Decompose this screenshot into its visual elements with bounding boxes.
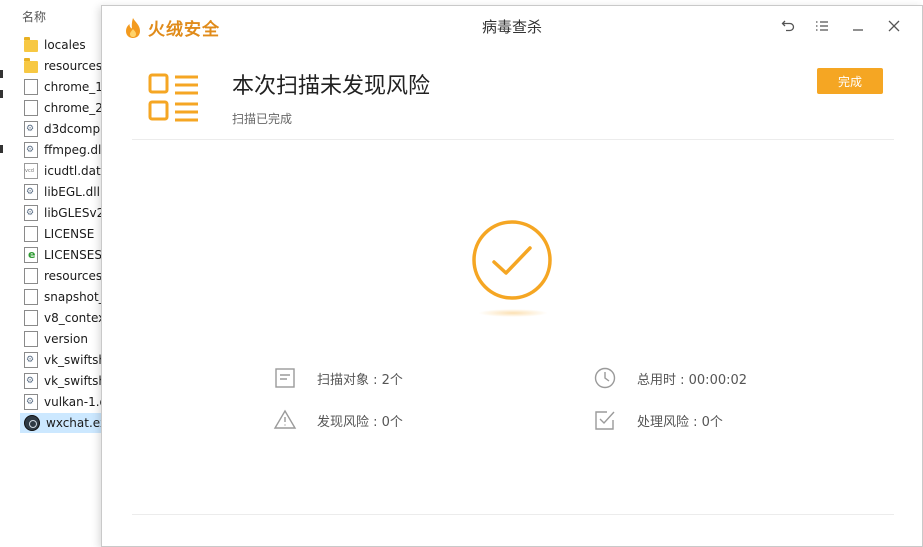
title-bar[interactable]: 火绒安全 病毒查杀 (102, 6, 922, 46)
file-name: resources. (44, 269, 106, 283)
document-icon (24, 289, 38, 305)
file-name: libGLESv2. (44, 206, 109, 220)
checkbox-icon (595, 411, 615, 430)
virus-scan-dialog: 火绒安全 病毒查杀 本次扫描未发现风险 扫描已完成 完成 扫描对象: 2个 总… (101, 5, 923, 547)
dll-gear-icon (24, 184, 38, 200)
document-icon (24, 310, 38, 326)
name-column-header[interactable]: 名称 (22, 8, 46, 25)
file-name: vk_swiftsh (44, 374, 107, 388)
file-item[interactable]: v8_context (20, 308, 110, 328)
stat-risks-handled: 处理风险 : 0个 (593, 408, 723, 432)
minimize-icon (853, 29, 863, 31)
restore-button[interactable] (777, 15, 799, 37)
done-button[interactable]: 完成 (817, 68, 883, 94)
file-item[interactable]: vk_swiftsh (20, 371, 110, 391)
file-name: LICENSE (44, 227, 95, 241)
document-icon (24, 100, 38, 116)
window-edge-mark (0, 70, 3, 78)
scan-result-heading: 本次扫描未发现风险 (232, 74, 431, 99)
clock-icon (594, 367, 616, 389)
dll-gear-icon (24, 205, 38, 221)
menu-icon (816, 21, 828, 31)
stat-risks-found: 发现风险 : 0个 (273, 408, 403, 432)
dll-gear-icon (24, 121, 38, 137)
file-name: resources (44, 59, 103, 73)
risks-handled-label: 处理风险 : 0个 (637, 414, 723, 430)
file-name: libEGL.dll (44, 185, 100, 199)
file-item[interactable]: resources. (20, 266, 110, 286)
file-item[interactable]: wxchat.exe (20, 413, 110, 433)
document-icon (24, 268, 38, 284)
exe-app-icon (24, 415, 40, 431)
scan-summary: 本次扫描未发现风险 扫描已完成 完成 (132, 46, 894, 140)
total-time-label: 总用时 : 00:00:02 (637, 372, 748, 388)
html-ie-icon (24, 247, 38, 263)
file-name: LICENSES. (44, 248, 106, 262)
stat-total-time: 总用时 : 00:00:02 (593, 366, 747, 390)
file-name: d3dcompi (44, 122, 104, 136)
file-name: snapshot_ (44, 290, 105, 304)
dll-gear-icon (24, 352, 38, 368)
file-item[interactable]: icudtl.dat (20, 161, 110, 181)
success-check-icon (472, 220, 552, 300)
file-item[interactable]: libGLESv2. (20, 203, 110, 223)
file-item[interactable]: resources (20, 56, 110, 76)
dll-gear-icon (24, 373, 38, 389)
file-name: vk_swiftsh (44, 353, 107, 367)
file-item[interactable]: libEGL.dll (20, 182, 110, 202)
folder-icon (24, 58, 38, 73)
restore-icon (781, 20, 795, 32)
file-item[interactable]: vulkan-1.d (20, 392, 110, 412)
file-name: vulkan-1.d (44, 395, 108, 409)
close-button[interactable] (883, 15, 905, 37)
stat-scanned-objects: 扫描对象 : 2个 (273, 366, 403, 390)
footer-divider (132, 514, 894, 515)
checklist-icon (148, 73, 198, 122)
minimize-button[interactable] (847, 15, 869, 37)
file-item[interactable]: ffmpeg.dll (20, 140, 110, 160)
file-item[interactable]: chrome_10 (20, 77, 110, 97)
document-icon (24, 79, 38, 95)
dll-gear-icon (24, 142, 38, 158)
risks-found-label: 发现风险 : 0个 (317, 414, 403, 430)
file-name: icudtl.dat (44, 164, 101, 178)
file-name: locales (44, 38, 86, 52)
file-item[interactable]: chrome_20 (20, 98, 110, 118)
file-item[interactable]: LICENSE (20, 224, 110, 244)
file-name: version (44, 332, 88, 346)
file-name: ffmpeg.dll (44, 143, 105, 157)
window-edge-mark (0, 90, 3, 98)
file-item[interactable]: locales (20, 35, 110, 55)
file-item[interactable]: version (20, 329, 110, 349)
scan-status-text: 扫描已完成 (232, 112, 293, 126)
document-icon (24, 226, 38, 242)
folder-icon (24, 37, 38, 52)
file-item[interactable]: LICENSES. (20, 245, 110, 265)
check-shadow (478, 309, 548, 317)
dll-gear-icon (24, 394, 38, 410)
file-item[interactable]: snapshot_ (20, 287, 110, 307)
dialog-title: 病毒查杀 (481, 18, 542, 36)
file-item[interactable]: d3dcompi (20, 119, 110, 139)
menu-button[interactable] (811, 15, 833, 37)
scanned-objects-label: 扫描对象 : 2个 (317, 372, 403, 388)
file-item[interactable]: vk_swiftsh (20, 350, 110, 370)
vcd-file-icon (24, 163, 38, 179)
warning-icon (273, 409, 297, 429)
window-edge-mark (0, 145, 3, 153)
document-icon (24, 331, 38, 347)
document-icon (275, 368, 295, 388)
close-icon (888, 20, 900, 32)
